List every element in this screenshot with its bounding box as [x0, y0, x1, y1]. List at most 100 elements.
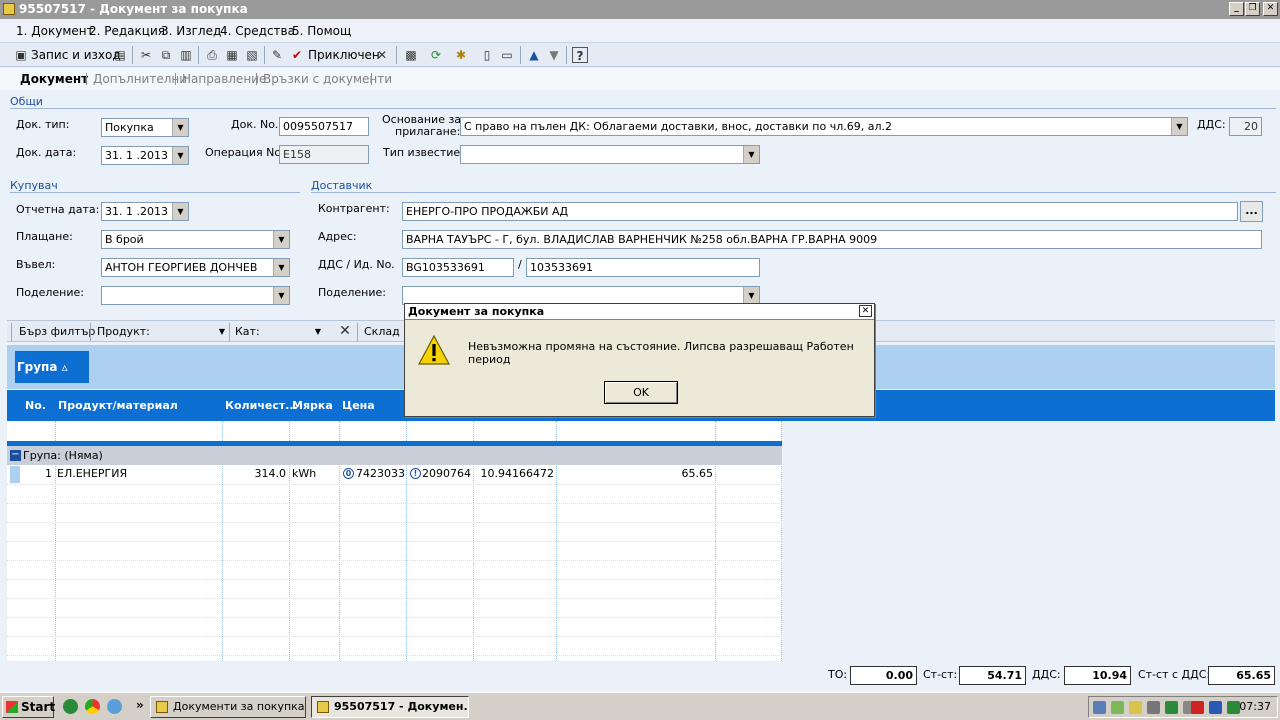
menu-tools[interactable]: 4. Средства: [220, 24, 295, 38]
menu-document[interactable]: 1. Документ: [16, 24, 94, 38]
help-icon[interactable]: ?: [572, 47, 588, 63]
group-row[interactable]: − Група: (Няма): [7, 446, 782, 465]
edit-icon[interactable]: ✎: [269, 47, 285, 63]
chevron-down-icon[interactable]: ▼: [172, 147, 188, 164]
address-input[interactable]: ВАРНА ТАУЪРС - Г, бул. ВЛАДИСЛАВ ВАРНЕНЧ…: [402, 230, 1262, 249]
tray-app-icon[interactable]: [1165, 701, 1178, 714]
save-disk-icon[interactable]: ▤: [112, 47, 128, 63]
tab-direction[interactable]: Направление: [182, 72, 266, 86]
tab-additional[interactable]: Допълнителни: [93, 72, 187, 86]
skype-icon[interactable]: [107, 699, 122, 714]
refresh-icon[interactable]: ⟳: [428, 47, 444, 63]
warning-info-icon[interactable]: !: [410, 468, 421, 479]
buyer-division-select[interactable]: ▼: [101, 286, 290, 305]
tray-app-icon[interactable]: [1227, 701, 1240, 714]
arrow-down-icon[interactable]: ▼: [546, 47, 562, 63]
folder-icon[interactable]: [1129, 701, 1142, 714]
column-product[interactable]: Продукт/материал: [58, 399, 178, 412]
chevron-down-icon[interactable]: ▼: [743, 146, 759, 163]
menu-edit[interactable]: 2. Редакция: [89, 24, 165, 38]
table-row[interactable]: 1 ЕЛ.ЕНЕРГИЯ 314.0 kWh 0 0.17423033 ! 0.…: [7, 465, 782, 484]
product-filter-select[interactable]: ▼: [153, 322, 231, 341]
notice-type-label: Тип известие:: [383, 146, 464, 159]
chevron-down-icon[interactable]: ▼: [172, 119, 188, 136]
antivirus-icon[interactable]: [1191, 701, 1204, 714]
column-unit[interactable]: Мярка: [292, 399, 333, 412]
doc-type-value: Покупка: [105, 121, 154, 134]
payment-select[interactable]: В брой ▼: [101, 230, 290, 249]
report-date-picker[interactable]: 31. 1 .2013 ▼: [101, 202, 189, 221]
chevron-down-icon[interactable]: ▼: [310, 323, 326, 340]
chevron-down-icon[interactable]: ▼: [1171, 118, 1187, 135]
menu-help[interactable]: 5. Помощ: [292, 24, 351, 38]
new-page-icon[interactable]: ▯: [479, 47, 495, 63]
doc-type-select[interactable]: Покупка ▼: [101, 118, 189, 137]
column-price[interactable]: Цена: [342, 399, 375, 412]
dialog-close-icon[interactable]: ✕: [859, 305, 872, 317]
close-doc-button[interactable]: Приключен: [308, 46, 380, 64]
chevron-down-icon[interactable]: ▼: [214, 323, 230, 340]
tab-document[interactable]: Документ: [20, 72, 88, 86]
collapse-icon[interactable]: −: [10, 450, 21, 461]
store-filter-label[interactable]: Склад: [364, 323, 400, 341]
column-no[interactable]: No.: [25, 399, 46, 412]
id-no-input[interactable]: 103533691: [526, 258, 760, 277]
column-quantity[interactable]: Количест...: [225, 399, 298, 412]
product-filter-label: Продукт:: [97, 325, 150, 338]
tray-app-icon[interactable]: [1209, 701, 1222, 714]
chevron-down-icon[interactable]: ▼: [172, 203, 188, 220]
arrow-up-icon[interactable]: ▲: [526, 47, 542, 63]
doc-date-picker[interactable]: 31. 1 .2013 ▼: [101, 146, 189, 165]
copy-icon[interactable]: ⧉: [158, 47, 174, 63]
chevron-right-icon[interactable]: »: [136, 698, 144, 712]
cut-icon[interactable]: ✂: [138, 47, 154, 63]
delete-icon[interactable]: ✕: [374, 47, 390, 63]
group-by-chip[interactable]: Група ▵: [15, 351, 89, 383]
minimize-button[interactable]: _: [1229, 2, 1244, 16]
doc-no-input[interactable]: 0095507517: [279, 117, 369, 136]
chrome-icon[interactable]: [85, 699, 100, 714]
vat-no-input[interactable]: BG103533691: [402, 258, 514, 277]
vat-rate-input[interactable]: 20: [1229, 117, 1262, 136]
category-filter-select[interactable]: ▼: [265, 322, 327, 341]
volume-icon[interactable]: [1147, 701, 1160, 714]
op-no-input[interactable]: E158: [279, 145, 369, 164]
row-quantity: 314.0: [254, 467, 287, 480]
grid-line: [7, 636, 782, 637]
price-info-icon[interactable]: 0: [343, 468, 354, 479]
partner-input[interactable]: ЕНЕРГО-ПРО ПРОДАЖБИ АД: [402, 202, 1238, 221]
to-value: 0.00: [850, 666, 917, 685]
attach-icon[interactable]: ▧: [244, 47, 260, 63]
notice-type-select[interactable]: ▼: [460, 145, 760, 164]
tray-app-icon[interactable]: [1111, 701, 1124, 714]
grid-line: [7, 503, 782, 504]
chevron-down-icon[interactable]: ▼: [273, 259, 289, 276]
ok-button[interactable]: OK: [604, 381, 678, 404]
star-icon[interactable]: ✱: [453, 47, 469, 63]
tab-document-links[interactable]: Връзки с документи: [263, 72, 392, 86]
quick-filter-button[interactable]: Бърз филтър: [19, 323, 95, 341]
chevron-down-icon[interactable]: ▼: [743, 287, 759, 304]
print-preview-icon[interactable]: ▦: [224, 47, 240, 63]
calculator-icon[interactable]: ▩: [403, 47, 419, 63]
paste-icon[interactable]: ▥: [178, 47, 194, 63]
menu-view[interactable]: 3. Изглед: [161, 24, 221, 38]
taskbar-item-current-doc[interactable]: 95507517 - Докумен...: [311, 696, 469, 718]
basis-select[interactable]: С право на пълен ДК: Облагаеми доставки,…: [460, 117, 1188, 136]
copy-page-icon[interactable]: ▭: [499, 47, 515, 63]
partner-browse-button[interactable]: ...: [1240, 201, 1263, 222]
entered-by-select[interactable]: АНТОН ГЕОРГИЕВ ДОНЧЕВ ▼: [101, 258, 290, 277]
taskbar-item-documents[interactable]: Документи за покупка ...: [150, 696, 306, 718]
row-selector[interactable]: [10, 466, 20, 483]
quicklaunch-app-icon[interactable]: [63, 699, 78, 714]
start-button[interactable]: Start: [2, 696, 55, 718]
print-icon[interactable]: ⎙: [204, 47, 220, 63]
save-exit-button[interactable]: Запис и изход: [31, 46, 121, 64]
network-icon[interactable]: [1093, 701, 1106, 714]
gross-value: 65.65: [1208, 666, 1275, 685]
chevron-down-icon[interactable]: ▼: [273, 287, 289, 304]
close-button[interactable]: ✕: [1263, 2, 1278, 16]
restore-button[interactable]: ❐: [1245, 2, 1260, 16]
clear-filter-icon[interactable]: ✕: [337, 323, 353, 339]
chevron-down-icon[interactable]: ▼: [273, 231, 289, 248]
